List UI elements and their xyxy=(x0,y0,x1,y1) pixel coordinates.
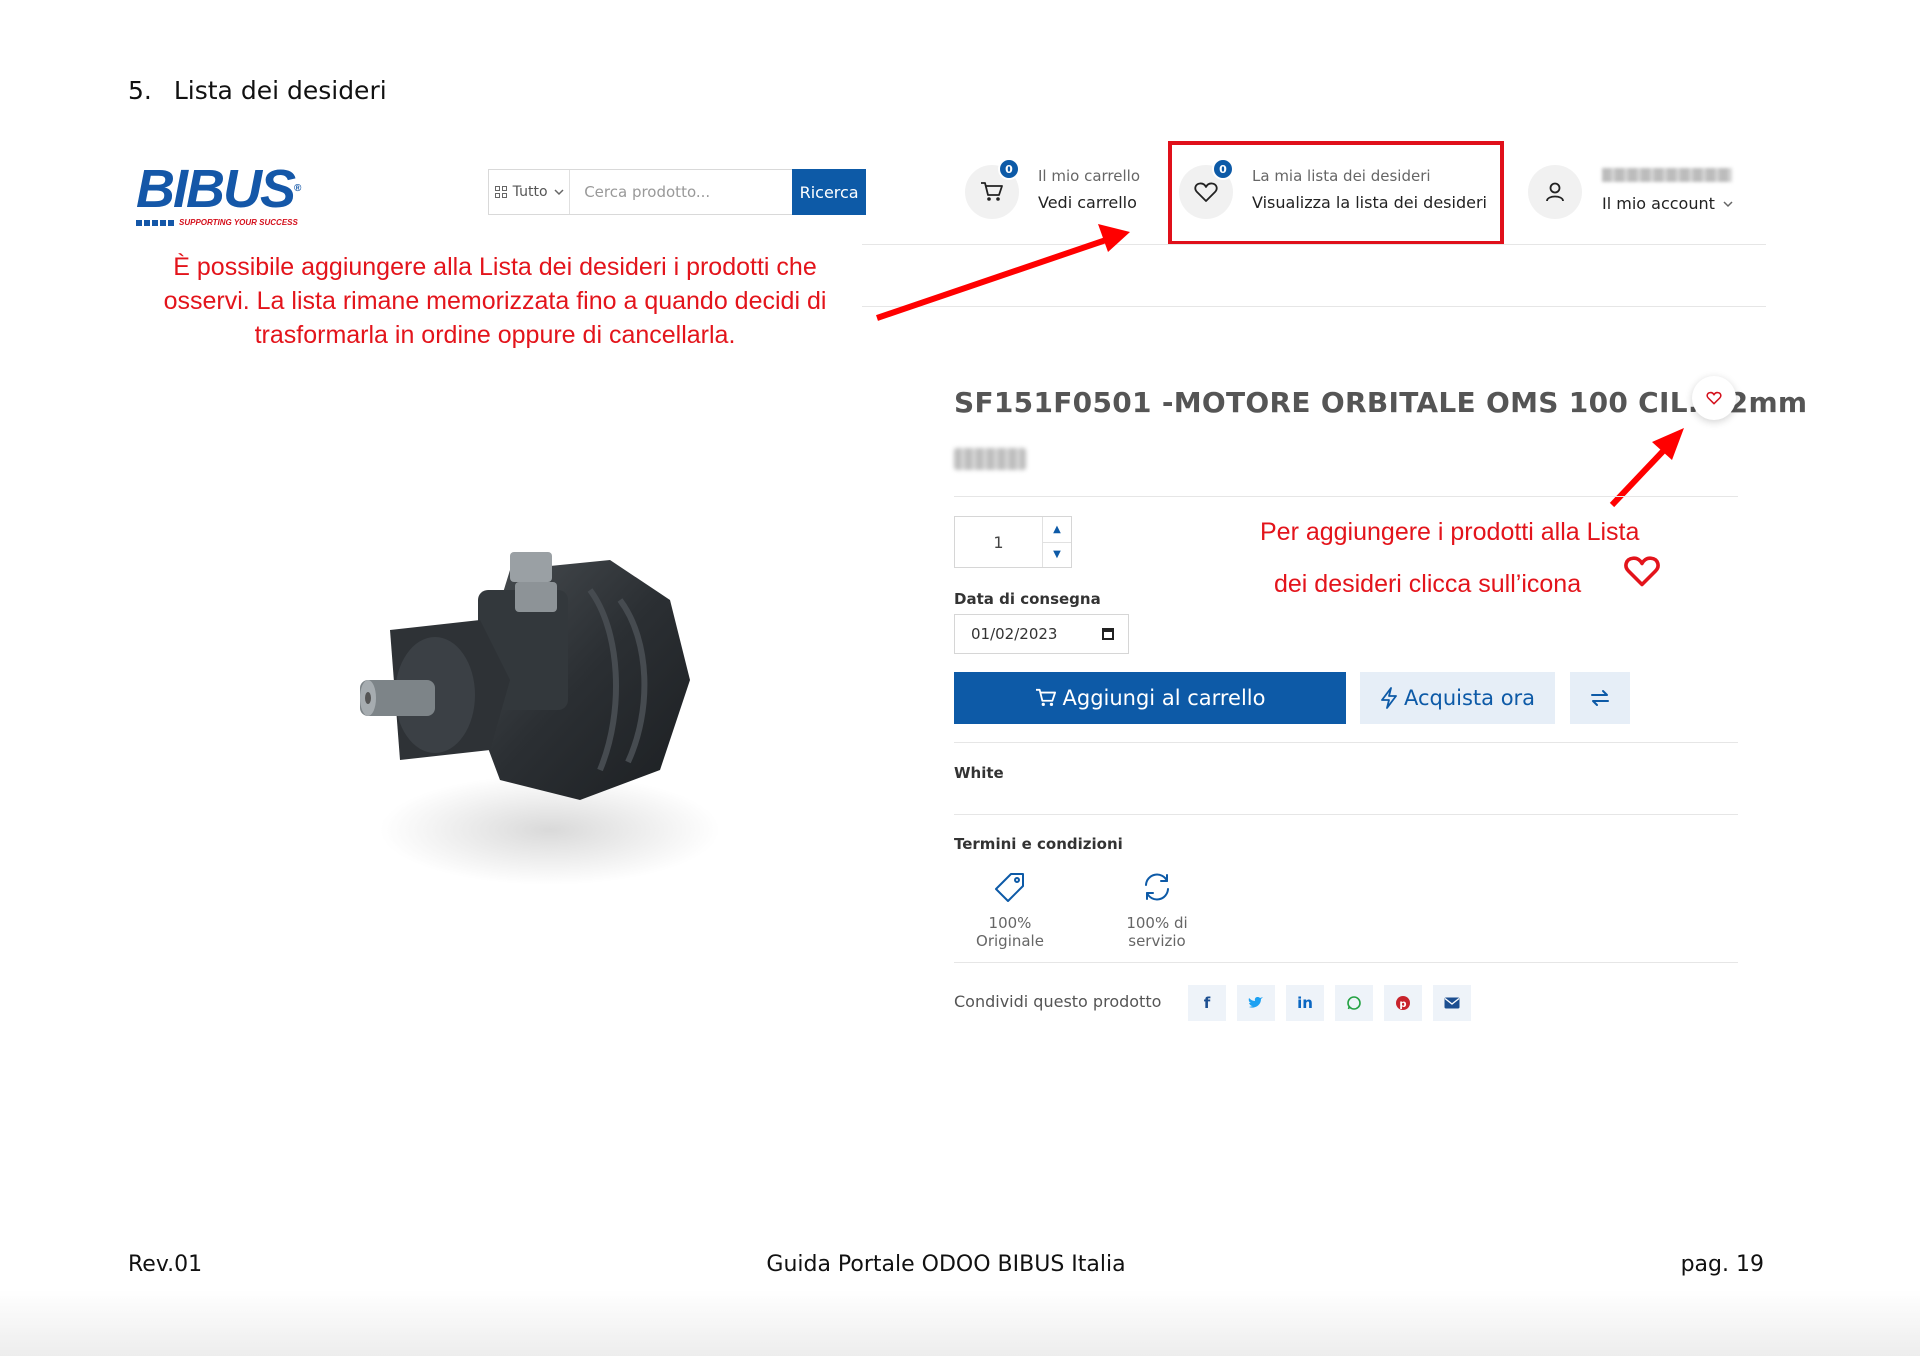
share-label: Condividi questo prodotto xyxy=(954,992,1162,1011)
quantity-stepper[interactable]: 1 ▲ ▼ xyxy=(954,516,1072,568)
add-to-wishlist-button[interactable] xyxy=(1692,376,1736,420)
facebook-share-button[interactable]: f xyxy=(1188,985,1226,1021)
whatsapp-share-button[interactable] xyxy=(1335,985,1373,1021)
quantity-decrease-button[interactable]: ▼ xyxy=(1043,543,1071,568)
linkedin-share-button[interactable]: in xyxy=(1286,985,1324,1021)
page-bottom-edge xyxy=(0,1290,1920,1356)
pinterest-share-button[interactable]: p xyxy=(1384,985,1422,1021)
email-share-button[interactable] xyxy=(1433,985,1471,1021)
heart-icon xyxy=(1706,391,1722,405)
terms-original-label: 100% Originale xyxy=(976,914,1044,950)
pinterest-icon: p xyxy=(1396,996,1410,1010)
terms-divider xyxy=(954,962,1738,963)
tag-icon xyxy=(995,873,1024,902)
envelope-icon xyxy=(1444,997,1460,1009)
terms-service-label: 100% di servizio xyxy=(1126,914,1188,950)
quantity-increase-button[interactable]: ▲ xyxy=(1043,517,1071,543)
arrow-to-heart-button xyxy=(1609,428,1684,508)
delivery-date-value: 01/02/2023 xyxy=(971,625,1058,643)
delivery-date-input[interactable]: 01/02/2023 xyxy=(954,614,1129,654)
compare-icon xyxy=(1591,690,1609,706)
terms-service: 100% di servizio xyxy=(1098,870,1216,950)
quantity-value[interactable]: 1 xyxy=(955,517,1042,567)
twitter-share-button[interactable] xyxy=(1237,985,1275,1021)
compare-button[interactable] xyxy=(1570,672,1630,724)
share-buttons: f in p xyxy=(1188,985,1471,1021)
add-to-cart-label: Aggiungi al carrello xyxy=(1062,686,1266,710)
arrow-to-wishlist xyxy=(876,224,1130,321)
product-image xyxy=(360,552,720,885)
buy-now-button[interactable]: Acquista ora xyxy=(1360,672,1555,724)
product-price-blurred xyxy=(954,448,1026,470)
buy-now-label: Acquista ora xyxy=(1403,686,1536,710)
product-title: SF151F0501 -MOTORE ORBITALE OMS 100 CIL.… xyxy=(954,386,1808,419)
variant-label: White xyxy=(954,764,1004,782)
facebook-icon: f xyxy=(1203,994,1211,1012)
calendar-icon[interactable] xyxy=(1102,628,1114,640)
lightning-icon xyxy=(1381,687,1397,709)
svg-text:p: p xyxy=(1399,999,1406,1010)
heart-icon xyxy=(1624,556,1660,587)
variant-divider xyxy=(954,814,1738,815)
title-divider xyxy=(954,496,1738,497)
footer-document-title: Guida Portale ODOO BIBUS Italia xyxy=(766,1252,1126,1277)
linkedin-icon: in xyxy=(1297,994,1313,1012)
refresh-icon xyxy=(1145,873,1169,901)
twitter-icon xyxy=(1248,997,1263,1008)
annotation-right-line2: dei desideri clicca sull’icona xyxy=(1274,570,1582,598)
cart-icon xyxy=(1035,688,1056,706)
footer-page-number: pag. 19 xyxy=(1680,1252,1764,1277)
terms-original: 100% Originale xyxy=(954,870,1066,950)
whatsapp-icon xyxy=(1347,996,1361,1010)
buttons-divider xyxy=(954,742,1738,743)
delivery-date-label: Data di consegna xyxy=(954,590,1101,608)
annotation-right-line1: Per aggiungere i prodotti alla Lista xyxy=(1260,518,1640,546)
add-to-cart-button[interactable]: Aggiungi al carrello xyxy=(954,672,1346,724)
terms-title: Termini e condizioni xyxy=(954,835,1123,853)
